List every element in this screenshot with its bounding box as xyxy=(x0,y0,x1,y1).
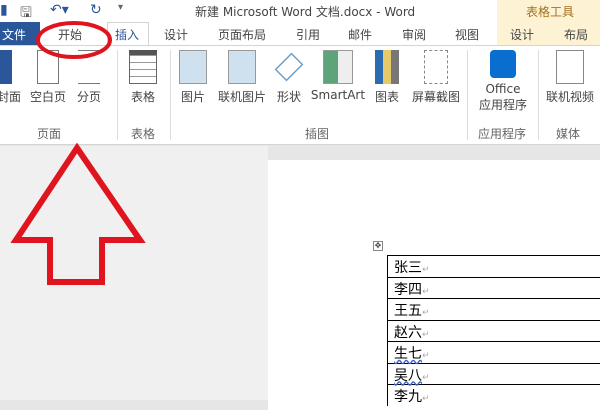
highlight-circle xyxy=(36,21,112,59)
up-arrow-annotation xyxy=(10,142,146,285)
annotation-overlay xyxy=(10,21,146,285)
